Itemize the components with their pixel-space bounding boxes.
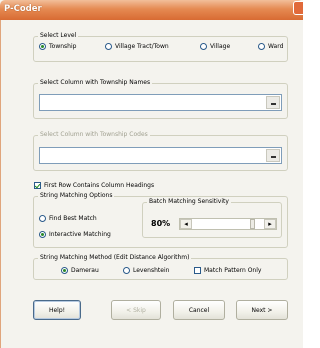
radio-levenshtein-label: Levenshtein [133, 267, 170, 274]
radio-ward[interactable]: Ward [258, 43, 283, 50]
method-legend: String Matching Method (Edit Distance Al… [40, 254, 190, 261]
sensitivity-slider[interactable]: ◂ ▸ [179, 218, 277, 230]
radio-ward-label: Ward [268, 43, 284, 50]
slider-thumb[interactable] [250, 219, 255, 229]
radio-damerau-label: Damerau [71, 267, 99, 274]
match-pattern-label: Match Pattern Only [204, 267, 262, 274]
radio-township-indicator[interactable] [39, 43, 46, 50]
sensitivity-value: 80% [151, 219, 171, 228]
scroll-left-icon[interactable]: ◂ [180, 219, 192, 229]
radio-village-indicator[interactable] [200, 43, 207, 50]
radio-township-label: Township [49, 43, 77, 50]
next-button[interactable]: Next > [236, 300, 288, 320]
township-codes-select[interactable] [39, 147, 282, 164]
help-button[interactable]: Help! [33, 300, 81, 320]
radio-levenshtein-indicator[interactable] [123, 267, 130, 274]
select-level-legend: Select Level [40, 32, 77, 39]
radio-village-tract-town-indicator[interactable] [105, 43, 112, 50]
string-matching-legend: String Matching Options [40, 192, 113, 199]
window-title: P-Coder [4, 4, 42, 14]
radio-levenshtein[interactable]: Levenshtein [123, 267, 169, 274]
skip-button[interactable]: < Skip [111, 300, 161, 320]
match-pattern-check-indicator[interactable] [194, 267, 201, 274]
first-row-label: First Row Contains Column Headings [44, 182, 155, 189]
sensitivity-legend: Batch Matching Sensitivity [149, 198, 229, 205]
radio-township[interactable]: Township [39, 43, 76, 50]
radio-village-tract-town[interactable]: Village Tract/Town [105, 43, 169, 50]
cancel-button[interactable]: Cancel [173, 300, 225, 320]
township-names-select[interactable] [39, 94, 282, 111]
radio-village-tract-town-label: Village Tract/Town [115, 43, 169, 50]
radio-damerau[interactable]: Damerau [61, 267, 99, 274]
dropdown-icon[interactable] [266, 96, 280, 109]
radio-find-best-match-label: Find Best Match [49, 215, 97, 222]
p-coder-window: P-Coder Select Level Township Village Tr… [0, 0, 303, 348]
township-names-legend: Select Column with Township Names [40, 79, 151, 86]
radio-find-best-match[interactable]: Find Best Match [39, 215, 97, 222]
radio-interactive-matching-indicator[interactable] [39, 231, 46, 238]
radio-village-label: Village [210, 43, 231, 50]
radio-village[interactable]: Village [200, 43, 230, 50]
close-icon[interactable] [293, 1, 303, 15]
township-codes-legend: Select Column with Township Codes [40, 131, 148, 138]
radio-ward-indicator[interactable] [258, 43, 265, 50]
radio-interactive-matching-label: Interactive Matching [49, 231, 111, 238]
dropdown-icon[interactable] [266, 149, 280, 162]
radio-find-best-match-indicator[interactable] [39, 215, 46, 222]
title-bar[interactable]: P-Coder [0, 0, 303, 20]
first-row-checkbox[interactable]: First Row Contains Column Headings [34, 182, 154, 189]
dialog-body: Select Level Township Village Tract/Town… [0, 20, 303, 348]
first-row-check-indicator[interactable] [34, 182, 41, 189]
match-pattern-checkbox[interactable]: Match Pattern Only [194, 267, 261, 274]
radio-damerau-indicator[interactable] [61, 267, 68, 274]
scroll-right-icon[interactable]: ▸ [264, 219, 276, 229]
radio-interactive-matching[interactable]: Interactive Matching [39, 231, 111, 238]
